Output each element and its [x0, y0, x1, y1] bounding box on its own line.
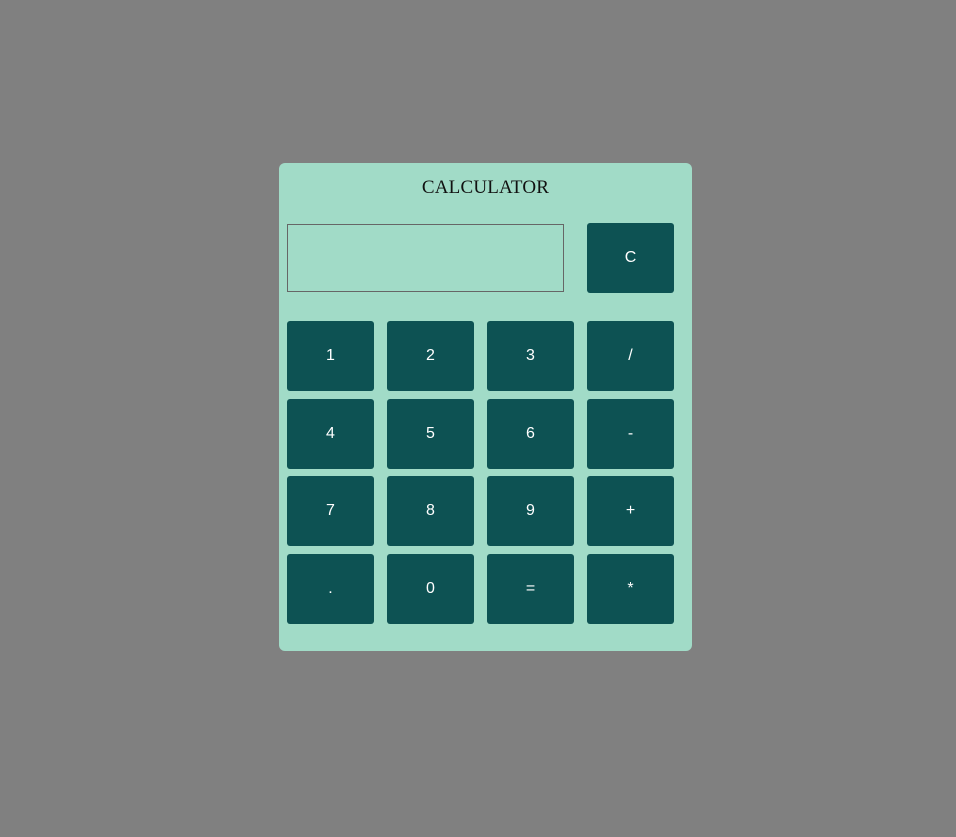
key-3-button[interactable]: 3: [487, 321, 574, 391]
clear-button[interactable]: C: [587, 223, 674, 293]
divide-button[interactable]: /: [587, 321, 674, 391]
key-8-button[interactable]: 8: [387, 476, 474, 546]
key-0-button[interactable]: 0: [387, 554, 474, 624]
plus-button[interactable]: +: [587, 476, 674, 546]
display-input[interactable]: [287, 224, 564, 292]
decimal-button[interactable]: .: [287, 554, 374, 624]
equals-button[interactable]: =: [487, 554, 574, 624]
multiply-button[interactable]: *: [587, 554, 674, 624]
key-6-button[interactable]: 6: [487, 399, 574, 469]
key-7-button[interactable]: 7: [287, 476, 374, 546]
minus-button[interactable]: -: [587, 399, 674, 469]
key-5-button[interactable]: 5: [387, 399, 474, 469]
key-4-button[interactable]: 4: [287, 399, 374, 469]
calculator-title: CALCULATOR: [421, 177, 550, 198]
page-background: CALCULATOR C 1 2 3 / 4 5 6 - 7 8 9 + . 0…: [0, 0, 956, 837]
key-1-button[interactable]: 1: [287, 321, 374, 391]
key-2-button[interactable]: 2: [387, 321, 474, 391]
key-9-button[interactable]: 9: [487, 476, 574, 546]
calculator-panel: CALCULATOR C 1 2 3 / 4 5 6 - 7 8 9 + . 0…: [279, 163, 692, 651]
